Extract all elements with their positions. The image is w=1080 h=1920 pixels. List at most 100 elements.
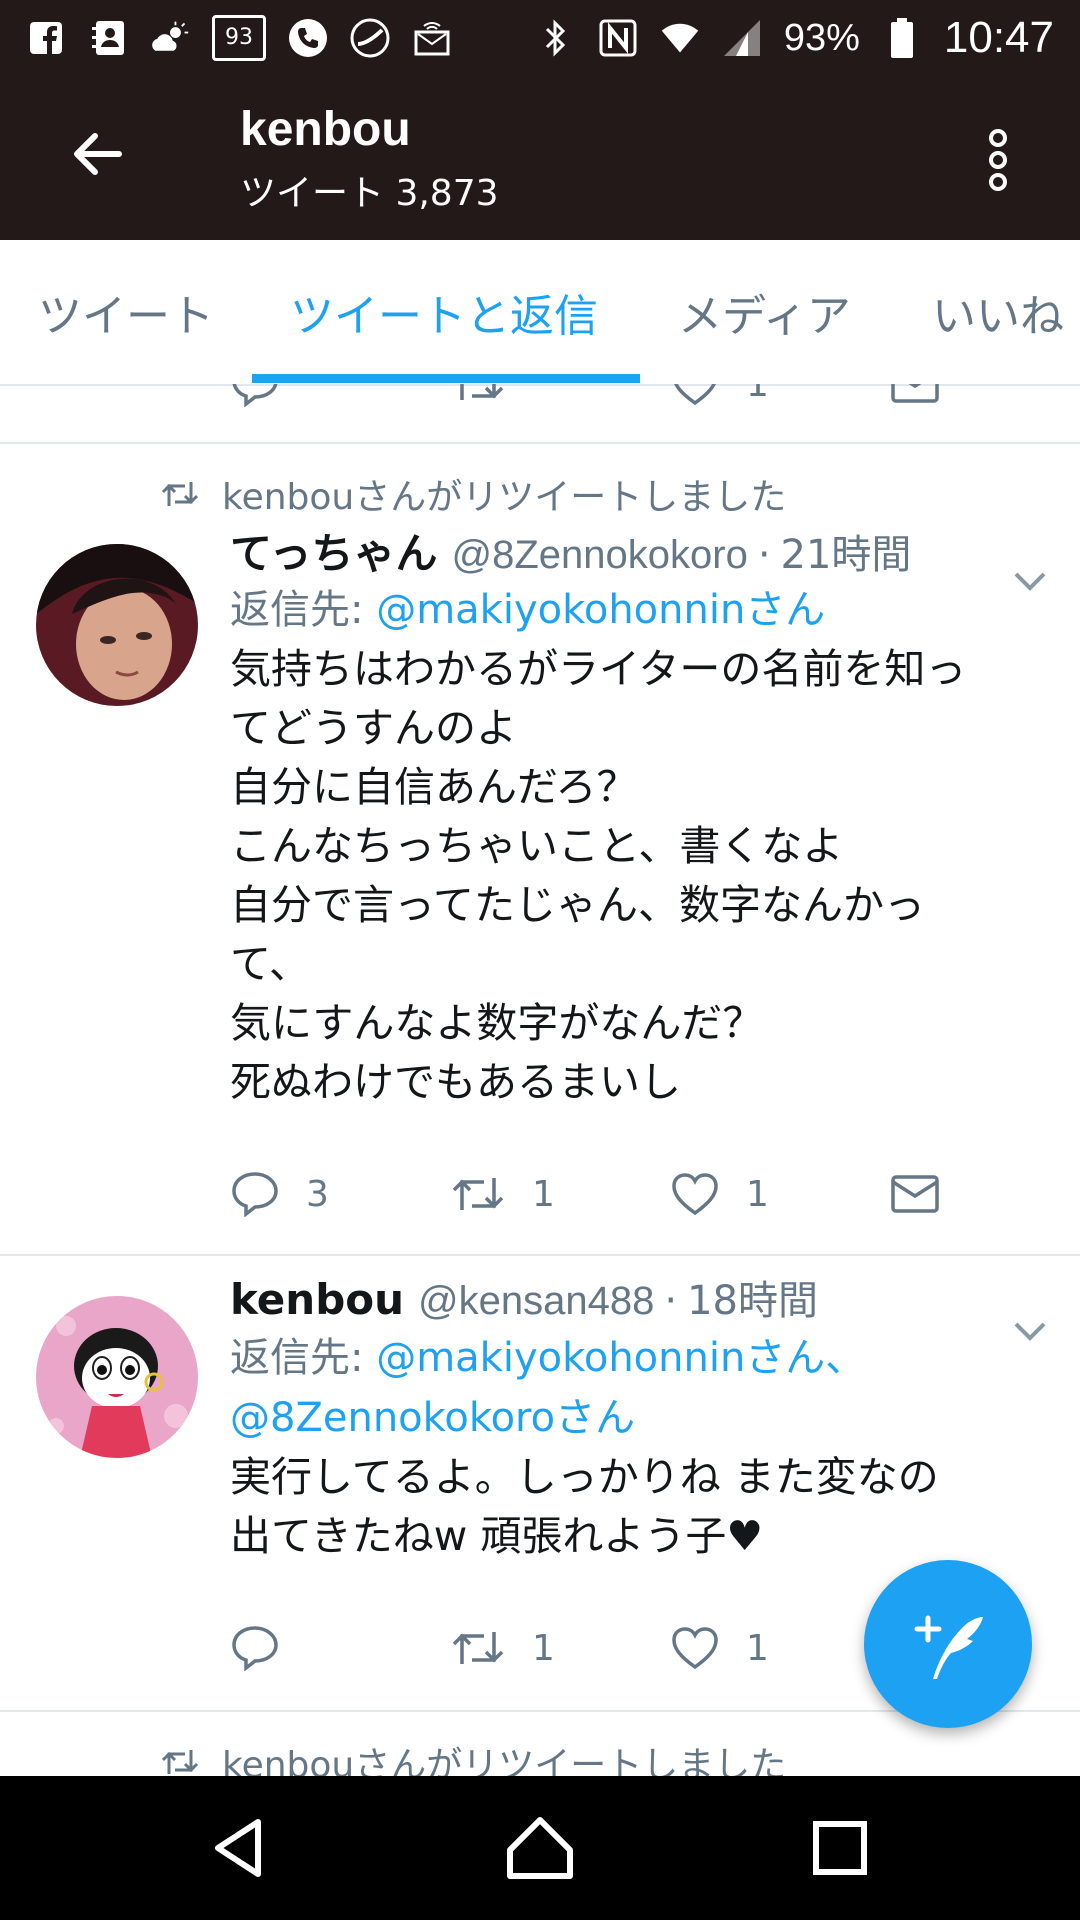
more-options-button[interactable]: [970, 120, 1026, 200]
arrow-left-icon: [74, 133, 122, 175]
tweet-text-line: 実行してるよ。しっかりね また変なの: [230, 1453, 939, 1501]
retweet-small-icon: [161, 1750, 199, 1774]
tweet-content: てっちゃん @8Zennokokoro · 21時間 返信先: @makiyok…: [230, 520, 1050, 1112]
user-handle[interactable]: @kensan488: [418, 1279, 654, 1324]
back-button[interactable]: [62, 124, 132, 184]
profile-header: kenbou ツイート 3,873: [0, 76, 1080, 240]
status-left-icons: 93: [26, 15, 452, 61]
recents-square-icon: [813, 1821, 867, 1875]
battery-icon: [882, 18, 922, 58]
home-icon: [507, 1817, 573, 1879]
reply-to-mention[interactable]: @makiyokohonninさん、: [376, 1335, 865, 1381]
retweet-button[interactable]: [450, 384, 506, 414]
tweet-text-line: 死ぬわけでもあるまいし: [230, 1058, 681, 1106]
like-count: 1: [746, 1173, 769, 1215]
tweet-content: kenbou @kensan488 · 18時間 返信先: @makiyokoh…: [230, 1268, 1050, 1566]
retweet-small-icon: [161, 482, 199, 506]
like-count: 1: [746, 1627, 769, 1669]
active-tab-indicator: [252, 374, 640, 383]
tweet-time[interactable]: 21時間: [781, 522, 912, 580]
like-button[interactable]: 1: [670, 1164, 769, 1224]
envelope-icon: [891, 384, 939, 403]
reply-to-mention[interactable]: @makiyokohonninさん: [376, 587, 825, 633]
reply-icon: [232, 1172, 278, 1217]
reply-to-label: 返信先:: [230, 587, 377, 633]
tweet-time[interactable]: 18時間: [687, 1268, 818, 1326]
status-right-icons: 93% 10:47: [536, 13, 1054, 63]
like-button[interactable]: 1: [670, 1618, 769, 1678]
system-nav-bar: [0, 1776, 1080, 1920]
wifi-icon: [660, 18, 700, 58]
clock: 10:47: [943, 13, 1054, 62]
retweet-icon: [452, 1632, 504, 1664]
retweet-count: 1: [532, 1173, 555, 1215]
reply-to: 返信先: @makiyokohonninさん: [230, 580, 1050, 640]
tweet[interactable]: kenbouさんがリツイートしました てっちゃん @8Zennokokoro ·…: [0, 444, 1080, 1106]
phone-icon: [288, 18, 328, 58]
tab-tweets-and-replies[interactable]: ツイートと返信: [290, 240, 598, 384]
nav-recents-button[interactable]: [800, 1808, 880, 1888]
nfc-icon: [598, 18, 638, 58]
tweet-text-line: 気にすんなよ数字がなんだ？: [230, 999, 764, 1047]
retweet-button[interactable]: 1: [450, 1164, 555, 1224]
tweet-text-line: 自分で言ってたじゃん、数字なんかっ: [230, 881, 925, 929]
avatar[interactable]: [36, 1296, 198, 1458]
tab-tweets[interactable]: ツイート: [38, 240, 214, 384]
retweet-context: kenbouさんがリツイートしました: [160, 468, 786, 520]
heart-icon: [672, 1627, 718, 1670]
chevron-down-icon[interactable]: [1010, 1316, 1050, 1346]
user-handle[interactable]: @8Zennokokoro: [451, 533, 747, 578]
avatar[interactable]: [36, 544, 198, 706]
previous-tweet-actions: 1: [230, 384, 1050, 414]
separator-dot: ·: [757, 532, 771, 578]
display-name[interactable]: kenbou: [230, 1275, 404, 1324]
reply-to: 返信先: @makiyokohonninさん、 @8Zennokokoroさん: [230, 1328, 1050, 1448]
retweet-count: 1: [532, 1627, 555, 1669]
heart-icon: [672, 1173, 718, 1216]
reply-count: 3: [306, 1173, 329, 1215]
reply-button[interactable]: [230, 384, 280, 414]
retweet-button[interactable]: 1: [450, 1618, 555, 1678]
tweet-text-line: 気持ちはわかるがライターの名前を知っ: [230, 645, 967, 693]
reply-icon: [232, 1626, 278, 1671]
tweet-text-line: てどうすんのよ: [230, 704, 517, 752]
tweet-header: kenbou @kensan488 · 18時間: [230, 1268, 1050, 1328]
tweet-text-line: こんなちっちゃいこと、書くなよ: [230, 822, 844, 870]
nav-back-button[interactable]: [200, 1808, 280, 1888]
reply-button[interactable]: 3: [230, 1164, 329, 1224]
tweet-header: てっちゃん @8Zennokokoro · 21時間: [230, 520, 1050, 580]
separator-dot: ·: [664, 1278, 678, 1324]
profile-name: kenbou: [240, 103, 411, 156]
like-button[interactable]: 1: [670, 384, 769, 414]
compose-feather-icon: [914, 1615, 983, 1679]
tweet-text-line: て、: [230, 940, 310, 988]
compose-tweet-button[interactable]: [864, 1560, 1032, 1728]
reply-to-label: 返信先:: [230, 1335, 377, 1381]
tweet-text-line: 出てきたねw 頑張れよう子♥: [230, 1512, 764, 1560]
tweet-actions: 3 1 1: [230, 1164, 1050, 1224]
dm-button[interactable]: [890, 1164, 940, 1224]
nav-home-button[interactable]: [500, 1808, 580, 1888]
battery-percent: 93%: [783, 16, 860, 59]
chevron-down-icon[interactable]: [1010, 566, 1050, 596]
tweet-text: 気持ちはわかるがライターの名前を知っ てどうすんのよ 自分に自信あんだろ？ こん…: [230, 640, 1050, 1112]
more-vertical-icon: [989, 129, 1007, 191]
dm-button[interactable]: [890, 384, 940, 414]
back-triangle-icon: [215, 1819, 261, 1877]
reply-icon: [232, 384, 278, 407]
cast-icon: [412, 18, 452, 58]
reply-button[interactable]: [230, 1618, 306, 1678]
weather-icon: [150, 18, 190, 58]
retweet-icon: [460, 384, 504, 400]
display-name[interactable]: てっちゃん: [230, 520, 437, 581]
tweet-text-line: 自分に自信あんだろ？: [230, 763, 638, 811]
tab-media[interactable]: メディア: [678, 240, 851, 384]
heart-icon: [674, 384, 716, 406]
contacts-icon: [88, 18, 128, 58]
signal-icon: [722, 18, 762, 58]
tab-likes[interactable]: いいね: [932, 240, 1064, 384]
like-count: 1: [746, 384, 769, 405]
reply-to-mention[interactable]: @8Zennokokoroさん: [230, 1388, 1050, 1448]
profile-tabs: ツイート ツイートと返信 メディア いいね: [0, 240, 1080, 386]
retweet-context-text: kenbouさんがリツイートしました: [222, 477, 787, 518]
